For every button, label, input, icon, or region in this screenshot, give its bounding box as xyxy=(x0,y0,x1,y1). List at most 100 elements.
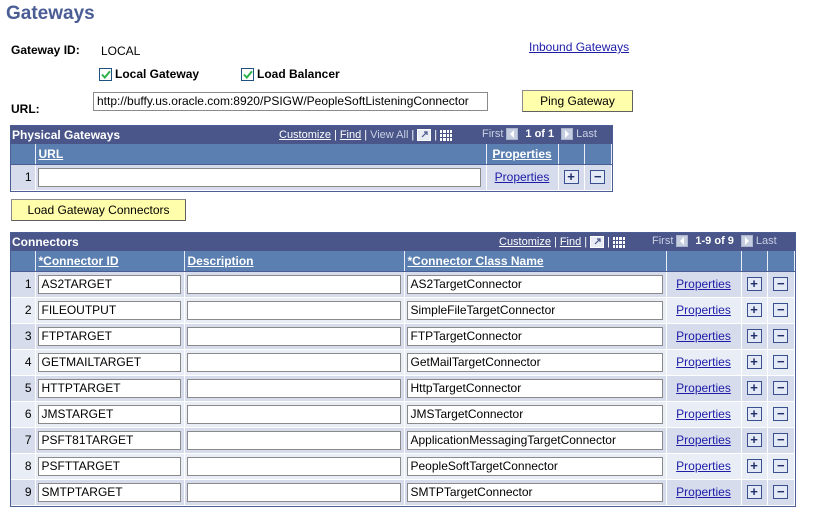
customize-link[interactable]: Customize xyxy=(279,129,331,141)
inbound-gateways-link[interactable]: Inbound Gateways xyxy=(529,40,629,54)
add-row-icon[interactable]: + xyxy=(746,406,762,421)
add-row-icon[interactable]: + xyxy=(746,276,762,291)
first-link: First xyxy=(652,235,674,247)
connector-id-cell: HTTPTARGET xyxy=(35,375,185,402)
find-link[interactable]: Find xyxy=(560,236,581,248)
description-input[interactable] xyxy=(186,482,401,502)
properties-cell: Properties xyxy=(666,453,742,480)
description-input[interactable] xyxy=(186,404,401,424)
add-row-icon[interactable]: + xyxy=(746,458,762,473)
column-header-connector-id[interactable]: *Connector ID xyxy=(35,251,185,272)
physical-url-input[interactable] xyxy=(37,167,481,187)
customize-link[interactable]: Customize xyxy=(499,236,551,248)
properties-link[interactable]: Properties xyxy=(495,170,550,184)
column-header-connector-class-name[interactable]: *Connector Class Name xyxy=(404,251,667,272)
connector-class-name-input[interactable]: ApplicationMessagingTargetConnector xyxy=(406,430,663,450)
connector-class-name-input[interactable]: GetMailTargetConnector xyxy=(406,352,663,372)
description-input[interactable] xyxy=(186,430,401,450)
ping-gateway-button[interactable]: Ping Gateway xyxy=(522,90,633,112)
add-row-icon[interactable]: + xyxy=(746,302,762,317)
properties-link[interactable]: Properties xyxy=(676,407,731,421)
add-row-icon[interactable]: + xyxy=(746,380,762,395)
table-row: 2 FILEOUTPUT SimpleFileTargetConnector Prop… xyxy=(11,297,795,324)
table-row: 7 PSFT81TARGET ApplicationMessagingTargetC… xyxy=(11,427,795,454)
checkbox-checked-icon[interactable] xyxy=(241,67,254,81)
connector-class-name-input[interactable]: JMSTargetConnector xyxy=(406,404,663,424)
properties-link[interactable]: Properties xyxy=(676,303,731,317)
remove-row-icon[interactable]: − xyxy=(773,328,789,343)
download-to-excel-icon[interactable] xyxy=(612,236,625,248)
connector-class-name-input[interactable]: FTPTargetConnector xyxy=(406,326,663,346)
properties-link[interactable]: Properties xyxy=(676,459,731,473)
properties-link[interactable]: Properties xyxy=(676,355,731,369)
connector-id-input[interactable]: AS2TARGET xyxy=(37,274,181,294)
previous-arrow-icon[interactable] xyxy=(506,128,519,140)
description-input[interactable] xyxy=(186,378,401,398)
connector-class-name-input[interactable]: SimpleFileTargetConnector xyxy=(406,300,663,320)
column-header-properties[interactable]: Properties xyxy=(486,144,559,165)
remove-row-icon[interactable]: − xyxy=(773,354,789,369)
description-input[interactable] xyxy=(186,274,401,294)
next-arrow-icon[interactable] xyxy=(740,235,753,247)
connector-id-input[interactable]: GETMAILTARGET xyxy=(37,352,181,372)
next-arrow-icon[interactable] xyxy=(561,128,574,140)
remove-cell: − xyxy=(767,375,795,402)
checkbox-checked-icon[interactable] xyxy=(99,67,112,81)
remove-row-icon[interactable]: − xyxy=(773,458,789,473)
remove-row-icon[interactable]: − xyxy=(773,432,789,447)
connector-id-input[interactable]: PSFTTARGET xyxy=(37,456,181,476)
connector-id-input[interactable]: FILEOUTPUT xyxy=(37,300,181,320)
previous-arrow-icon[interactable] xyxy=(676,235,689,247)
connectors-nav: First 1-9 of 9 Last xyxy=(652,235,777,247)
connector-id-input[interactable]: HTTPTARGET xyxy=(37,378,181,398)
add-row-icon[interactable]: + xyxy=(746,484,762,499)
properties-link[interactable]: Properties xyxy=(676,433,731,447)
load-balancer-checkbox[interactable]: Load Balancer xyxy=(241,67,340,81)
description-input[interactable] xyxy=(186,326,401,346)
connectors-header: Connectors Customize | Find | | First 1-… xyxy=(11,233,795,251)
description-input[interactable] xyxy=(186,456,401,476)
properties-link[interactable]: Properties xyxy=(676,329,731,343)
download-to-excel-icon[interactable] xyxy=(440,129,453,141)
find-link[interactable]: Find xyxy=(340,129,361,141)
description-cell xyxy=(184,375,405,402)
url-input[interactable]: http://buffy.us.oracle.com:8920/PSIGW/Pe… xyxy=(93,92,488,111)
page-title: Gateways xyxy=(6,3,95,24)
connector-id-cell: GETMAILTARGET xyxy=(35,349,185,376)
add-cell: + xyxy=(558,164,585,191)
description-cell xyxy=(184,297,405,324)
connector-class-name-input[interactable]: AS2TargetConnector xyxy=(406,274,663,294)
connector-class-name-input[interactable]: HttpTargetConnector xyxy=(406,378,663,398)
remove-row-icon[interactable]: − xyxy=(773,380,789,395)
column-header-url[interactable]: URL xyxy=(35,144,487,165)
new-window-icon[interactable] xyxy=(417,129,432,141)
remove-row-icon[interactable]: − xyxy=(773,276,789,291)
add-row-icon[interactable]: + xyxy=(563,169,579,184)
add-row-icon[interactable]: + xyxy=(746,354,762,369)
connector-class-name-input[interactable]: SMTPTargetConnector xyxy=(406,482,663,502)
remove-row-icon[interactable]: − xyxy=(773,484,789,499)
properties-link[interactable]: Properties xyxy=(676,381,731,395)
properties-link[interactable]: Properties xyxy=(676,485,731,499)
remove-row-icon[interactable]: − xyxy=(773,406,789,421)
connector-id-cell: JMSTARGET xyxy=(35,401,185,428)
remove-row-icon[interactable]: − xyxy=(773,302,789,317)
column-header-description[interactable]: Description xyxy=(184,251,405,272)
connector-id-input[interactable]: SMTPTARGET xyxy=(37,482,181,502)
connector-id-input[interactable]: FTPTARGET xyxy=(37,326,181,346)
add-cell: + xyxy=(741,323,768,350)
description-input[interactable] xyxy=(186,300,401,320)
properties-link[interactable]: Properties xyxy=(676,277,731,291)
connector-id-input[interactable]: PSFT81TARGET xyxy=(37,430,181,450)
description-input[interactable] xyxy=(186,352,401,372)
connector-class-name-input[interactable]: PeopleSoftTargetConnector xyxy=(406,456,663,476)
add-row-icon[interactable]: + xyxy=(746,432,762,447)
add-row-icon[interactable]: + xyxy=(746,328,762,343)
load-gateway-connectors-button[interactable]: Load Gateway Connectors xyxy=(11,199,186,221)
connector-id-input[interactable]: JMSTARGET xyxy=(37,404,181,424)
local-gateway-checkbox[interactable]: Local Gateway xyxy=(99,67,199,81)
last-link: Last xyxy=(755,235,777,247)
add-cell: + xyxy=(741,479,768,506)
new-window-icon[interactable] xyxy=(590,236,605,248)
remove-row-icon[interactable]: − xyxy=(590,169,606,184)
